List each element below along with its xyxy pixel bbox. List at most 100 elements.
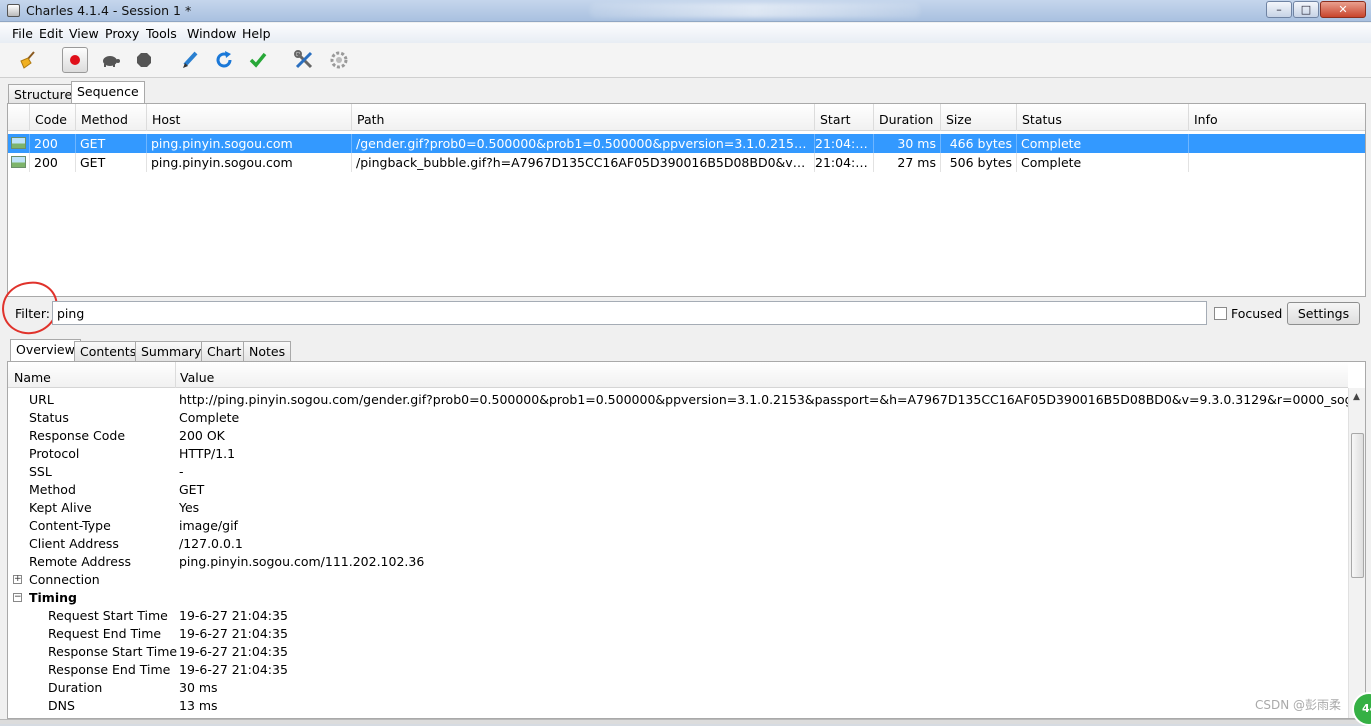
row-path: /gender.gif?prob0=0.500000&prob1=0.50000… (351, 134, 814, 153)
header-name: Name (14, 370, 51, 385)
column-duration[interactable]: Duration (873, 104, 940, 131)
filter-input[interactable] (52, 301, 1207, 325)
timing-group[interactable]: − Timing (8, 590, 1348, 608)
prop-value: 13 ms (179, 698, 218, 713)
repeat-icon[interactable] (211, 47, 237, 73)
menu-help[interactable]: Help (242, 26, 271, 41)
column-icon (8, 104, 29, 131)
prop-name: Client Address (29, 536, 119, 551)
connection-label: Connection (29, 572, 100, 587)
menu-edit[interactable]: Edit (39, 26, 63, 41)
timing-row[interactable]: Request End Time 19-6-27 21:04:35 (8, 626, 1348, 644)
throttle-turtle-icon[interactable] (97, 47, 123, 73)
tab-contents[interactable]: Contents (74, 341, 143, 361)
column-status[interactable]: Status (1016, 104, 1188, 131)
prop-value: /127.0.0.1 (179, 536, 243, 551)
close-button[interactable]: ✕ (1320, 1, 1366, 18)
prop-name: DNS (48, 698, 75, 713)
prop-name: Content-Type (29, 518, 111, 533)
timing-row[interactable]: Request Start Time 19-6-27 21:04:35 (8, 608, 1348, 626)
requests-table: Code Method Host Path Start Duration Siz… (7, 103, 1366, 297)
menu-view[interactable]: View (69, 26, 99, 41)
row-duration: 30 ms (873, 134, 940, 153)
record-icon[interactable] (62, 47, 88, 73)
filter-label: Filter: (15, 306, 50, 321)
column-path[interactable]: Path (351, 104, 814, 131)
overview-row[interactable]: Protocol HTTP/1.1 (8, 446, 1348, 464)
tab-summary[interactable]: Summary (135, 341, 208, 361)
prop-value: 19-6-27 21:04:35 (179, 608, 288, 623)
menu-window[interactable]: Window (187, 26, 236, 41)
row-code: 200 (29, 134, 75, 153)
column-code[interactable]: Code (29, 104, 75, 131)
prop-name: Method (29, 482, 76, 497)
compose-pen-icon[interactable] (177, 47, 203, 73)
prop-value: GET (179, 482, 205, 497)
timing-row[interactable]: Duration 30 ms (8, 680, 1348, 698)
status-bar (0, 719, 1371, 724)
column-info[interactable]: Info (1188, 104, 1365, 131)
tab-notes[interactable]: Notes (243, 341, 292, 361)
maximize-button[interactable]: □ (1293, 1, 1319, 18)
prop-name: Response End Time (48, 662, 171, 677)
table-row[interactable]: 200 GET ping.pinyin.sogou.com /gender.gi… (8, 134, 1365, 153)
column-size[interactable]: Size (940, 104, 1016, 131)
tab-sequence[interactable]: Sequence (71, 81, 145, 103)
scroll-up-arrow-icon[interactable]: ▲ (1353, 392, 1360, 402)
settings-gear-icon[interactable] (326, 47, 352, 73)
prop-value: 19-6-27 21:04:35 (179, 626, 288, 641)
tab-overview[interactable]: Overview (10, 339, 81, 361)
app-icon (7, 4, 20, 17)
overview-row[interactable]: Status Complete (8, 410, 1348, 428)
expand-plus-icon[interactable]: + (13, 575, 22, 584)
overview-row[interactable]: Client Address/127.0.0.1 (8, 536, 1348, 554)
prop-name: Response Start Time (48, 644, 178, 659)
prop-name: URL (29, 392, 54, 407)
menu-bar: File Edit View Proxy Tools Window Help (0, 23, 1371, 43)
tab-structure[interactable]: Structure (8, 84, 79, 104)
timing-row[interactable]: DNS 13 ms (8, 698, 1348, 716)
title-bar: Charles 4.1.4 - Session 1 * – □ ✕ (0, 0, 1371, 22)
overview-row[interactable]: URL http://ping.pinyin.sogou.com/gender.g… (8, 392, 1365, 410)
overview-row[interactable]: Response Code 200 OK (8, 428, 1348, 446)
scrollbar-thumb[interactable] (1351, 433, 1364, 578)
timing-row[interactable]: Response Start Time 19-6-27 21:04:35 (8, 644, 1348, 662)
overview-row[interactable]: Remote Address ping.pinyin.sogou.com/111.… (8, 554, 1348, 572)
prop-name: SSL (29, 464, 52, 479)
prop-value: image/gif (179, 518, 238, 533)
overview-row[interactable]: Content-Type image/gif (8, 518, 1348, 536)
connection-group[interactable]: + Connection (8, 572, 1348, 590)
table-row[interactable]: 200 GET ping.pinyin.sogou.com /pingback_… (8, 153, 1365, 172)
column-host[interactable]: Host (146, 104, 351, 131)
row-method: GET (75, 134, 146, 153)
tab-chart[interactable]: Chart (201, 341, 248, 361)
settings-button[interactable]: Settings (1287, 302, 1360, 325)
overview-row[interactable]: SSL - (8, 464, 1348, 482)
minimize-button[interactable]: – (1266, 1, 1292, 18)
row-code: 200 (29, 153, 75, 172)
collapse-minus-icon[interactable]: − (13, 593, 22, 602)
menu-file[interactable]: File (12, 26, 33, 41)
menu-tools[interactable]: Tools (146, 26, 177, 41)
focused-checkbox[interactable] (1214, 307, 1227, 320)
prop-value: 19-6-27 21:04:35 (179, 644, 288, 659)
row-start: 21:04:35 (814, 134, 872, 153)
prop-value: 30 ms (179, 680, 218, 695)
image-icon (11, 137, 26, 149)
timing-row[interactable]: Response End Time 19-6-27 21:04:35 (8, 662, 1348, 680)
column-method[interactable]: Method (75, 104, 146, 131)
validate-check-icon[interactable] (245, 47, 271, 73)
breakpoints-icon[interactable] (131, 47, 157, 73)
blurred-region (590, 3, 920, 18)
overview-row[interactable]: Kept Alive Yes (8, 500, 1348, 518)
menu-proxy[interactable]: Proxy (105, 26, 139, 41)
tools-icon[interactable] (291, 47, 317, 73)
vertical-scrollbar[interactable]: ▲ (1348, 388, 1365, 718)
overview-panel: Name Value URL http://ping.pinyin.sogou.c… (7, 361, 1366, 719)
broom-icon[interactable] (15, 47, 41, 73)
watermark: CSDN @彭雨柔 (1255, 698, 1342, 712)
overview-row[interactable]: Method GET (8, 482, 1348, 500)
focused-label: Focused (1231, 306, 1283, 321)
prop-value: 19-6-27 21:04:35 (179, 662, 288, 677)
column-start[interactable]: Start (814, 104, 873, 131)
